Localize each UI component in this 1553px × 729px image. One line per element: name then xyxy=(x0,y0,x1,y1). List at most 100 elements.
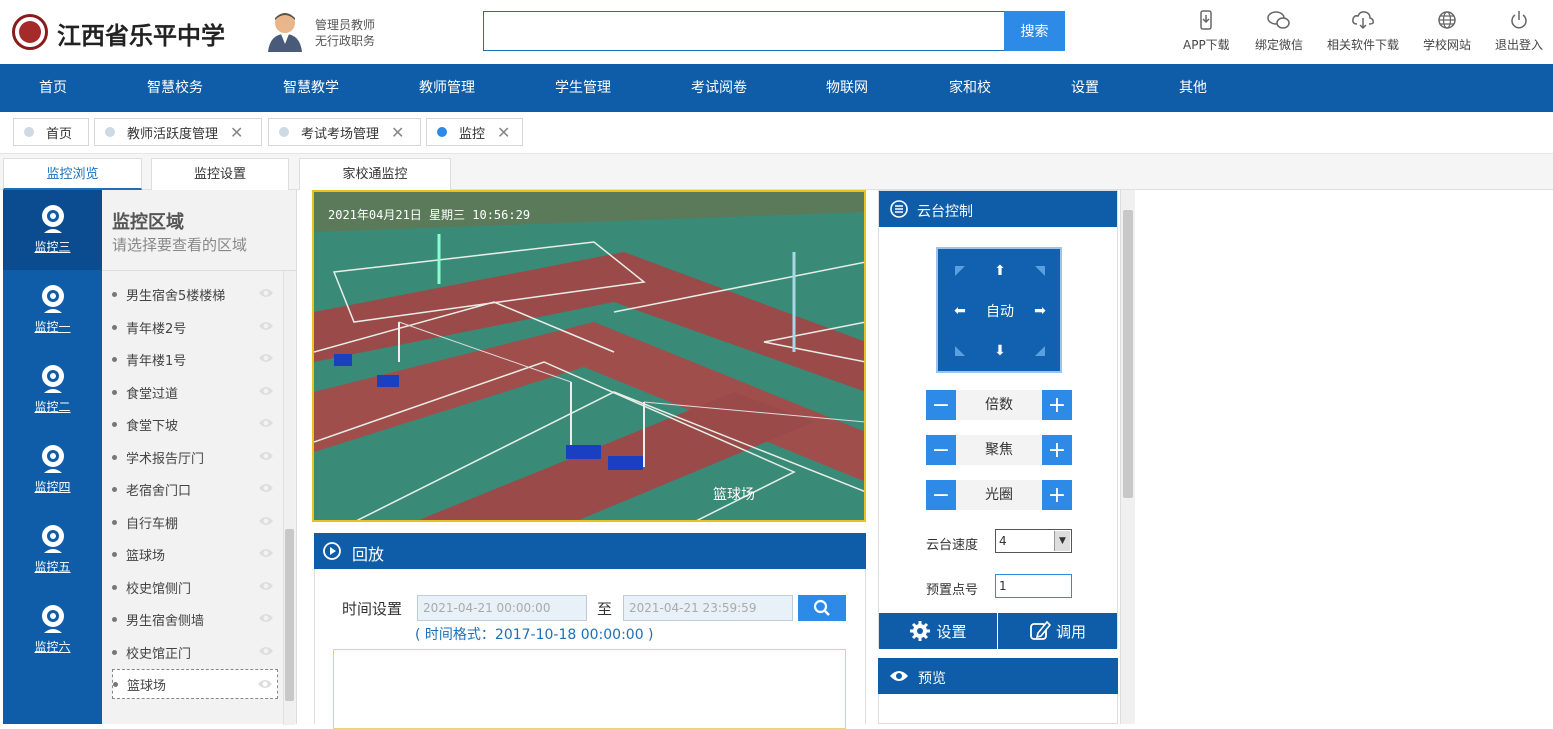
close-icon[interactable]: ✕ xyxy=(391,123,404,142)
list-item[interactable]: 老宿舍门口 xyxy=(112,474,278,504)
subtab-home-school-monitor[interactable]: 家校通监控 xyxy=(299,158,451,190)
list-item[interactable]: 食堂过道 xyxy=(112,377,278,407)
app-download-button[interactable]: APP下载 xyxy=(1183,10,1230,53)
avatar[interactable] xyxy=(266,10,304,52)
open-tabs-bar: 首页 教师活跃度管理 ✕ 考试考场管理 ✕ 监控 ✕ xyxy=(0,112,1553,154)
eye-icon[interactable] xyxy=(258,482,274,494)
close-icon[interactable]: ✕ xyxy=(497,123,510,142)
preset-number-input[interactable]: 1 xyxy=(995,574,1072,598)
iris-minus-button[interactable]: − xyxy=(926,480,956,510)
logout-button[interactable]: 退出登入 xyxy=(1495,10,1543,53)
camera-item[interactable]: 监控三 xyxy=(3,190,102,270)
end-time-input[interactable]: 2021-04-21 23:59:59 xyxy=(623,595,793,621)
camera-item[interactable]: 监控五 xyxy=(3,510,102,590)
eye-icon[interactable] xyxy=(258,320,274,332)
ptz-control-panel: 云台控制 ⬆ ⬅ 自动 ➡ ⬇ − 倍数 + − 聚焦 + − 光圈 + 云台速… xyxy=(878,190,1118,649)
nav-exam[interactable]: 考试阅卷 xyxy=(691,64,747,112)
right-arrow-icon[interactable]: ➡ xyxy=(1020,291,1060,331)
list-item[interactable]: 男生宿舍5楼楼梯 xyxy=(112,279,278,309)
webcam-icon xyxy=(41,605,64,633)
up-right-arrow-icon[interactable] xyxy=(1020,251,1060,291)
zoom-out-button[interactable]: − xyxy=(926,390,956,420)
eye-icon[interactable] xyxy=(258,645,274,657)
list-item[interactable]: 自行车棚 xyxy=(112,507,278,537)
down-left-arrow-icon[interactable] xyxy=(940,331,980,371)
tab-monitor[interactable]: 监控 ✕ xyxy=(426,118,523,146)
camera-item[interactable]: 监控六 xyxy=(3,590,102,670)
search-button[interactable]: 搜索 xyxy=(1004,11,1065,51)
chevron-down-icon[interactable]: ▼ xyxy=(1054,531,1070,551)
nav-iot[interactable]: 物联网 xyxy=(826,64,868,112)
ptz-call-label: 调用 xyxy=(1055,622,1086,641)
nav-teacher-mgmt[interactable]: 教师管理 xyxy=(419,64,475,112)
school-logo-icon xyxy=(12,14,48,50)
eye-icon[interactable] xyxy=(258,612,274,624)
up-left-arrow-icon[interactable] xyxy=(940,251,980,291)
down-right-arrow-icon[interactable] xyxy=(1020,331,1060,371)
nav-home-school[interactable]: 家和校 xyxy=(949,64,991,112)
eye-icon xyxy=(890,671,908,681)
eye-icon[interactable] xyxy=(258,385,274,397)
focus-plus-button[interactable]: + xyxy=(1042,435,1072,465)
scroll-thumb[interactable] xyxy=(285,529,294,701)
play-circle-icon xyxy=(323,542,341,560)
eye-icon[interactable] xyxy=(257,678,273,690)
nav-settings[interactable]: 设置 xyxy=(1071,64,1099,112)
search-input[interactable] xyxy=(483,11,1005,51)
panel-scrollbar[interactable] xyxy=(1120,190,1135,724)
list-item[interactable]: 青年楼2号 xyxy=(112,312,278,342)
ptz-speed-select[interactable]: 4 ▼ xyxy=(995,529,1072,553)
auto-button[interactable]: 自动 xyxy=(980,291,1020,331)
tab-exam-room[interactable]: 考试考场管理 ✕ xyxy=(268,118,421,146)
close-icon[interactable]: ✕ xyxy=(230,123,243,142)
eye-icon[interactable] xyxy=(258,580,274,592)
playback-search-button[interactable] xyxy=(798,595,846,621)
list-item[interactable]: 男生宿舍侧墙 xyxy=(112,604,278,634)
subtab-monitor-settings[interactable]: 监控设置 xyxy=(151,158,289,190)
nav-smart-admin[interactable]: 智慧校务 xyxy=(147,64,203,112)
school-website-button[interactable]: 学校网站 xyxy=(1423,10,1471,53)
zoom-in-button[interactable]: + xyxy=(1042,390,1072,420)
tab-teacher-activity[interactable]: 教师活跃度管理 ✕ xyxy=(94,118,262,146)
eye-icon[interactable] xyxy=(258,547,274,559)
iris-plus-button[interactable]: + xyxy=(1042,480,1072,510)
list-item[interactable]: 学术报告厅门 xyxy=(112,442,278,472)
ptz-call-button[interactable]: 调用 xyxy=(998,613,1117,649)
left-arrow-icon[interactable]: ⬅ xyxy=(940,291,980,331)
camera-label: 监控二 xyxy=(34,400,71,414)
tab-label: 教师活跃度管理 xyxy=(127,126,219,142)
list-item[interactable]: 食堂下坡 xyxy=(112,409,278,439)
camera-item[interactable]: 监控二 xyxy=(3,350,102,430)
tab-home[interactable]: 首页 xyxy=(13,118,89,146)
list-item[interactable]: 校史馆侧门 xyxy=(112,572,278,602)
start-time-input[interactable]: 2021-04-21 00:00:00 xyxy=(417,595,587,621)
camera-item[interactable]: 监控一 xyxy=(3,270,102,350)
nav-student-mgmt[interactable]: 学生管理 xyxy=(555,64,611,112)
user-post: 无行政职务 xyxy=(315,34,376,48)
list-item[interactable]: 青年楼1号 xyxy=(112,344,278,374)
list-item[interactable]: 篮球场 xyxy=(112,539,278,569)
eye-icon[interactable] xyxy=(258,352,274,364)
bind-wechat-button[interactable]: 绑定微信 xyxy=(1255,10,1303,53)
scroll-thumb[interactable] xyxy=(1123,210,1133,498)
list-item[interactable]: 篮球场 xyxy=(112,669,278,699)
webcam-icon xyxy=(41,205,64,233)
video-player[interactable]: 2021年04月21日 星期三 10:56:29 篮球场 xyxy=(312,190,866,522)
focus-minus-button[interactable]: − xyxy=(926,435,956,465)
list-item[interactable]: 校史馆正门 xyxy=(112,637,278,667)
nav-other[interactable]: 其他 xyxy=(1179,64,1207,112)
nav-home[interactable]: 首页 xyxy=(39,64,67,112)
up-arrow-icon[interactable]: ⬆ xyxy=(980,251,1020,291)
eye-icon[interactable] xyxy=(258,450,274,462)
eye-icon[interactable] xyxy=(258,287,274,299)
eye-icon[interactable] xyxy=(258,417,274,429)
down-arrow-icon[interactable]: ⬇ xyxy=(980,331,1020,371)
area-scrollbar[interactable] xyxy=(283,271,295,725)
subtab-monitor-browse[interactable]: 监控浏览 xyxy=(3,158,142,190)
software-download-button[interactable]: 相关软件下载 xyxy=(1327,10,1399,53)
nav-smart-teaching[interactable]: 智慧教学 xyxy=(283,64,339,112)
ptz-settings-button[interactable]: 设置 xyxy=(879,613,998,649)
phone-download-icon xyxy=(1200,10,1213,30)
camera-item[interactable]: 监控四 xyxy=(3,430,102,510)
eye-icon[interactable] xyxy=(258,515,274,527)
